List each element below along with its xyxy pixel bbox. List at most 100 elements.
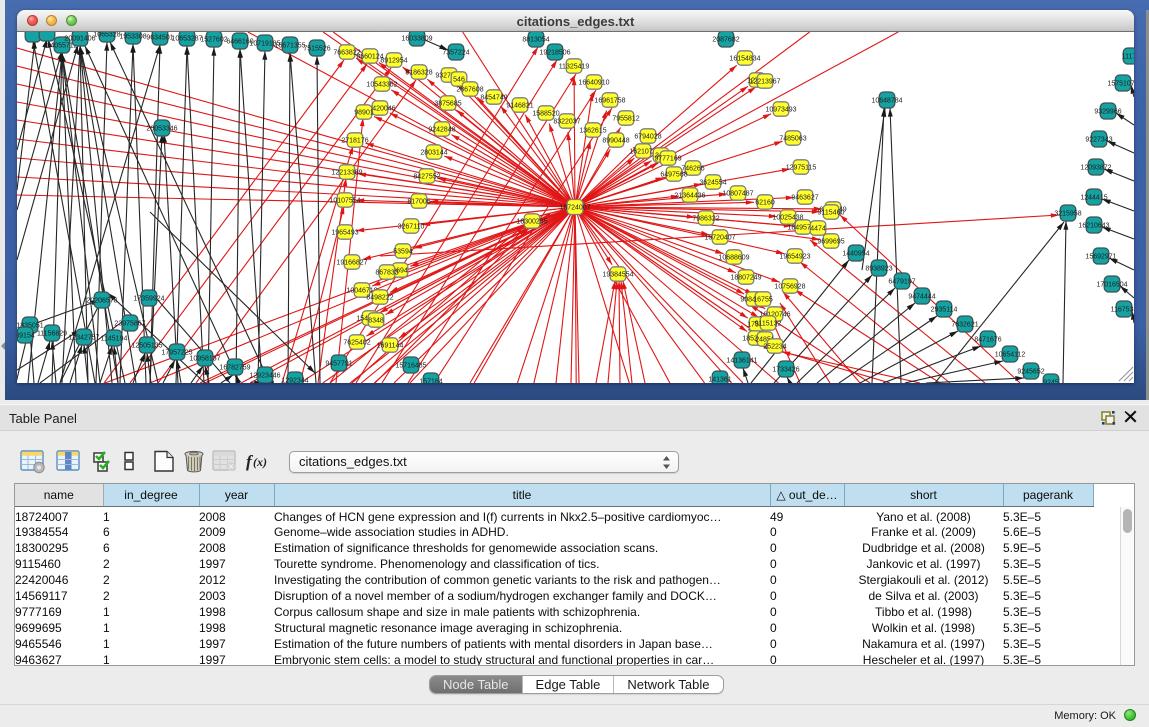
- svg-text:6794028: 6794028: [634, 134, 661, 141]
- svg-text:10654112: 10654112: [995, 352, 1026, 359]
- svg-text:1167533: 1167533: [1111, 307, 1134, 314]
- svg-text:9777169: 9777169: [654, 156, 681, 163]
- svg-text:157164: 157164: [419, 379, 442, 384]
- svg-text:12213967: 12213967: [749, 79, 780, 86]
- svg-text:39154: 39154: [17, 333, 35, 340]
- svg-text:8912954: 8912954: [380, 58, 407, 65]
- svg-text:16210643: 16210643: [1078, 223, 1109, 230]
- svg-text:9457791: 9457791: [325, 361, 352, 368]
- svg-text:18724007: 18724007: [559, 205, 590, 212]
- svg-text:9245652: 9245652: [1017, 369, 1044, 376]
- svg-text:9634501: 9634501: [146, 35, 173, 42]
- svg-text:1691144: 1691144: [377, 343, 404, 350]
- svg-text:1527602: 1527602: [200, 37, 227, 44]
- svg-text:7986322: 7986322: [692, 216, 719, 223]
- svg-text:21364436: 21364436: [674, 193, 705, 200]
- svg-text:9242848: 9242848: [428, 127, 455, 134]
- svg-text:16961758: 16961758: [594, 98, 625, 105]
- svg-text:12505135: 12505135: [131, 343, 162, 350]
- svg-text:(x): (x): [253, 455, 267, 469]
- svg-text:9245: 9245: [1043, 380, 1059, 384]
- svg-text:14136141: 14136141: [726, 358, 757, 365]
- svg-text:10807487: 10807487: [722, 191, 753, 198]
- svg-text:1065328: 1065328: [93, 32, 120, 39]
- svg-text:3267110: 3267110: [398, 224, 425, 231]
- svg-text:11156829: 11156829: [37, 331, 67, 338]
- svg-text:1588520: 1588520: [532, 111, 559, 118]
- svg-text:10688609: 10688609: [718, 255, 749, 262]
- svg-text:15692971: 15692971: [1085, 254, 1116, 261]
- svg-text:8471676: 8471676: [974, 337, 1001, 344]
- svg-text:12923446: 12923446: [249, 373, 280, 380]
- svg-text:19218506: 19218506: [539, 50, 570, 57]
- svg-text:23975867: 23975867: [114, 321, 145, 328]
- svg-text:10973493: 10973493: [765, 107, 796, 114]
- svg-text:18300295: 18300295: [516, 219, 547, 226]
- svg-text:7625402: 7625402: [343, 340, 370, 347]
- svg-text:12975115: 12975115: [786, 165, 817, 172]
- svg-text:3875685: 3875685: [434, 101, 461, 108]
- svg-text:1953308: 1953308: [119, 34, 146, 41]
- svg-text:17957225: 17957225: [161, 350, 192, 357]
- svg-text:19654923: 19654923: [779, 254, 810, 261]
- svg-text:7485063: 7485063: [779, 136, 806, 143]
- svg-text:16755: 16755: [753, 297, 773, 304]
- svg-text:141361: 141361: [708, 377, 731, 384]
- svg-text:17359924: 17359924: [133, 296, 164, 303]
- svg-text:10543362: 10543362: [366, 82, 397, 89]
- svg-text:10653287: 10653287: [171, 36, 202, 43]
- svg-text:6479197: 6479197: [888, 279, 915, 286]
- svg-text:16154834: 16154834: [729, 56, 760, 63]
- svg-text:3624554: 3624554: [699, 180, 726, 187]
- svg-text:19166827: 19166827: [336, 260, 367, 267]
- svg-text:2718176: 2718176: [341, 138, 368, 145]
- svg-text:9699695: 9699695: [817, 239, 844, 246]
- svg-text:6497568: 6497568: [660, 172, 687, 179]
- svg-text:1292344: 1292344: [281, 378, 308, 384]
- svg-text:16640910: 16640910: [578, 80, 609, 87]
- svg-text:8990448: 8990448: [602, 138, 629, 145]
- svg-text:7632621: 7632621: [951, 322, 978, 329]
- svg-text:2867608: 2867608: [456, 87, 483, 94]
- svg-text:8454749: 8454749: [480, 95, 507, 102]
- svg-text:8322037: 8322037: [553, 119, 580, 126]
- svg-text:9146821: 9146821: [506, 103, 533, 110]
- svg-text:3215958: 3215958: [1054, 211, 1081, 218]
- svg-text:12213389: 12213389: [331, 170, 362, 177]
- svg-text:7955812: 7955812: [612, 116, 639, 123]
- svg-text:2803144: 2803144: [420, 150, 447, 157]
- svg-text:15751074: 15751074: [1107, 81, 1134, 88]
- svg-text:8938923: 8938923: [865, 266, 892, 273]
- svg-text:11170: 11170: [1122, 54, 1134, 61]
- svg-text:8498222: 8498222: [366, 295, 393, 302]
- svg-text:18807249: 18807249: [730, 275, 761, 282]
- svg-text:53594: 53594: [393, 249, 413, 256]
- svg-text:16671355: 16671355: [274, 43, 305, 50]
- svg-text:1440954: 1440954: [842, 251, 869, 258]
- svg-text:817006: 817006: [407, 199, 430, 206]
- svg-text:7515526: 7515526: [303, 46, 330, 53]
- svg-text:8348: 8348: [368, 318, 384, 325]
- svg-text:15720407: 15720407: [704, 235, 735, 242]
- svg-text:8813054: 8813054: [522, 37, 549, 44]
- svg-text:1733426: 1733426: [772, 367, 799, 374]
- svg-text:9115132: 9115132: [755, 321, 782, 328]
- svg-text:62160: 62160: [755, 200, 775, 207]
- svg-text:2087682: 2087682: [712, 37, 739, 44]
- svg-text:8186328: 8186328: [405, 70, 432, 77]
- svg-text:17016504: 17016504: [1096, 282, 1127, 289]
- svg-text:867833: 867833: [375, 270, 398, 277]
- svg-text:2935114: 2935114: [931, 307, 958, 314]
- svg-text:12093872: 12093872: [1080, 165, 1111, 172]
- svg-text:1244415: 1244415: [1080, 195, 1107, 202]
- svg-text:9329966: 9329966: [1094, 109, 1121, 116]
- svg-text:20091406: 20091406: [64, 36, 95, 43]
- svg-text:16782759: 16782759: [219, 365, 250, 372]
- svg-text:98901: 98901: [354, 110, 374, 117]
- svg-text:12342757: 12342757: [68, 335, 99, 342]
- svg-text:1145194: 1145194: [101, 336, 128, 343]
- svg-text:252234: 252234: [763, 344, 786, 351]
- svg-text:11325419: 11325419: [559, 64, 590, 71]
- svg-text:4474: 4474: [810, 226, 826, 233]
- svg-text:20206578: 20206578: [86, 298, 117, 305]
